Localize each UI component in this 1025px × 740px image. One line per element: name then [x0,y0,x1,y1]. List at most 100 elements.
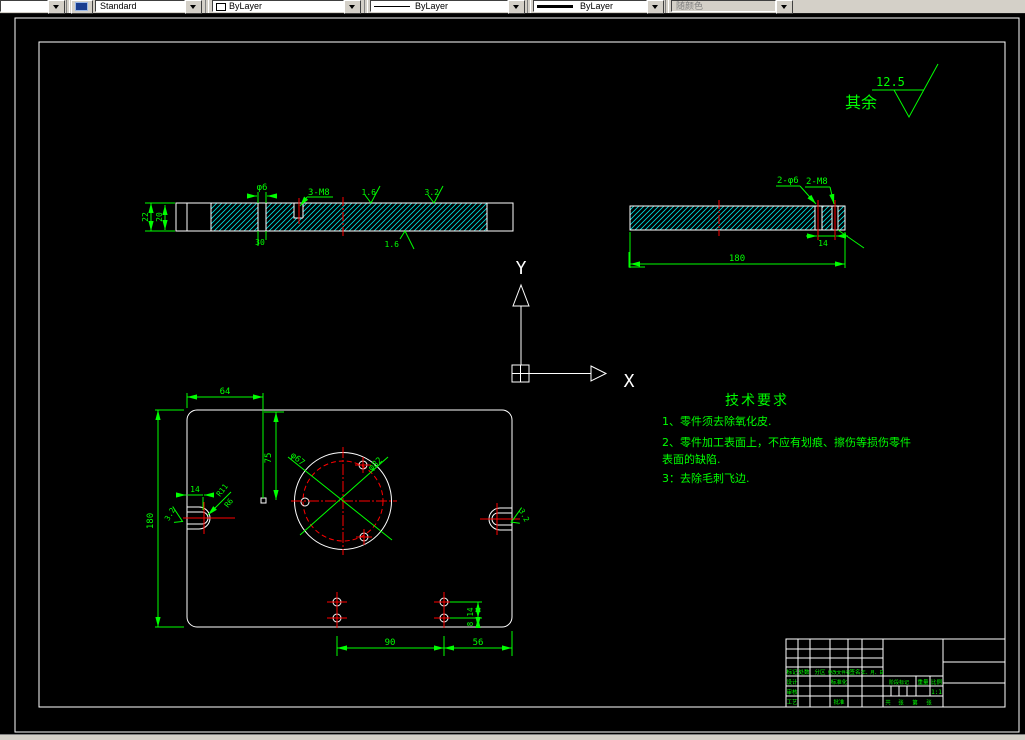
toolbar-separator [665,0,669,13]
holes-2d6-label: 2-φ6 [777,176,799,186]
hatch-area [630,206,845,230]
dim-14-slot-label: 14 [190,485,200,494]
dim-56-label: 56 [473,638,484,648]
hole-note-label: 30 [255,238,265,247]
toolbar-separator [527,0,531,13]
bottom-hole-centerlines [327,592,454,628]
ucs-x-arrow-icon [590,365,608,382]
dim-75-label: 75 [264,453,274,464]
tb-check-label: 审核 [786,688,798,696]
tb-sheet-unit2-label: 张 [926,699,932,707]
tb-standardize-label: 标准化 [831,678,848,686]
style-combo[interactable]: Standard [95,0,202,14]
ucs-icon: Y X [511,258,635,392]
tb-process-label: 工艺 [786,699,798,706]
status-bar [0,734,1025,740]
style-combo-field[interactable]: Standard [95,0,185,12]
color-combo-value: ByLayer [229,1,263,11]
ucs-y-label: Y [516,258,527,279]
plotstyle-combo: 随颜色 [671,0,793,14]
linetype-combo[interactable]: ByLayer [370,0,525,14]
rough-left-label: 3.2 [163,506,178,522]
corner-break-mark [628,252,645,268]
dim-180-label: 180 [729,254,745,264]
layer-combo[interactable] [0,0,65,14]
roughness-value-label: 12.5 [876,75,905,89]
section-view-left: 22 20 φ6 30 3-M8 1.6 3.2 1.6 [141,183,514,250]
toolbar-separator [205,0,209,13]
linetype-combo-arrow-icon[interactable] [508,0,525,14]
plotstyle-combo-field: 随颜色 [671,0,776,12]
dim-spacing-label: 14 [818,239,828,248]
text-style-icon[interactable] [71,0,93,14]
section-view-right: 2-φ6 2-M8 180 14 [629,176,865,268]
tb-sheet-unit1-label: 张 [898,699,904,707]
plotstyle-combo-arrow-icon [776,0,793,14]
dim-22-label: 22 [141,212,150,222]
tb-changeno-label: 更改文件号 [828,669,851,676]
tech-req-title: 技术要求 [725,393,789,409]
tb-sheet-no-label: 第 [912,699,918,707]
plate-outline [186,409,513,628]
color-combo[interactable]: ByLayer [212,0,361,14]
object-properties-toolbar: Standard ByLayer ByLayer ByLayer 随颜色 [0,0,1025,14]
plotstyle-combo-value: 随颜色 [676,1,704,11]
top-view: 64 75 180 14 R11 R6 3.2 3.2 φ67 φ82 90 5… [146,387,531,656]
ucs-x-label: X [624,371,635,392]
inner-frame [38,41,1006,708]
tb-count-label: 处数 [798,668,810,676]
drawing-canvas[interactable]: 其余 12.5 22 20 φ6 30 3-M8 1.6 3.2 1.6 2-φ… [0,0,1025,740]
text-style-glyph-icon [75,2,88,11]
cad-application-window: { "toolbar": { "style_combo": {"value": … [0,0,1025,740]
dim-64-label: 64 [220,387,231,397]
tech-req-line-3: 表面的缺陷. [662,452,721,466]
toolbar-separator [364,0,368,13]
layer-combo-field[interactable] [0,0,48,12]
lineweight-combo-arrow-icon[interactable] [647,0,664,14]
hatch-area [211,203,487,231]
lineweight-combo[interactable]: ByLayer [533,0,664,14]
tb-mark-label: 标记 [786,668,798,676]
roughness-check-icon [872,63,939,119]
tech-req-line-1: 1、零件须去除氧化皮. [662,414,772,428]
layer-combo-arrow-icon[interactable] [48,0,65,14]
style-combo-arrow-icon[interactable] [185,0,202,14]
reference-point-marker [260,497,267,504]
ucs-y-arrow-icon [512,283,530,307]
thread-3m8-label: 3-M8 [308,188,330,198]
rough-left-mark: 3.2 [163,506,184,523]
linetype-combo-field[interactable]: ByLayer [370,0,508,12]
hole-gap [258,203,266,231]
thread-2m8-label: 2-M8 [806,177,828,187]
linetype-combo-value: ByLayer [415,1,449,11]
paper-frame [14,17,1020,733]
bottom-holes [332,597,449,623]
bolt-circle-dia-label: φ67 [288,451,306,468]
rough-16-top-label: 1.6 [362,188,377,197]
tb-approve-label: 批准 [833,698,845,706]
dia6-label: φ6 [257,183,268,193]
tb-weight-label: 重量 [917,678,929,686]
surface-roughness-note: 其余 12.5 [845,63,939,119]
dim-8-label: 8 [466,621,475,626]
tech-req-line-4: 3：去除毛刺飞边. [662,471,750,485]
lineweight-combo-value: ByLayer [580,1,614,11]
slot-centerlines [183,502,520,535]
dim-180-label: 180 [146,513,156,529]
tb-sign-label: 签名 [849,668,860,676]
style-combo-value: Standard [100,1,137,11]
roughness-prefix-label: 其余 [845,93,877,112]
lineweight-sample-icon [537,5,573,8]
tb-date-label: 年、月、日 [861,669,884,676]
color-swatch-icon [216,3,226,11]
tb-stagemark-label: 阶段标记 [889,679,909,686]
tb-scale-value: 1:1 [931,689,942,696]
dim-14-right-label: 14 [466,607,475,617]
rough-right-label: 3.2 [517,507,531,523]
tb-zone-label: 分区 [814,668,826,676]
title-block: 标记 处数 分区 更改文件号 签名 年、月、日 设计 标准化 审核 工艺 批准 … [785,638,1006,708]
color-combo-arrow-icon[interactable] [344,0,361,14]
rough-32-top-label: 3.2 [425,188,440,197]
color-combo-field[interactable]: ByLayer [212,0,344,12]
lineweight-combo-field[interactable]: ByLayer [533,0,647,12]
